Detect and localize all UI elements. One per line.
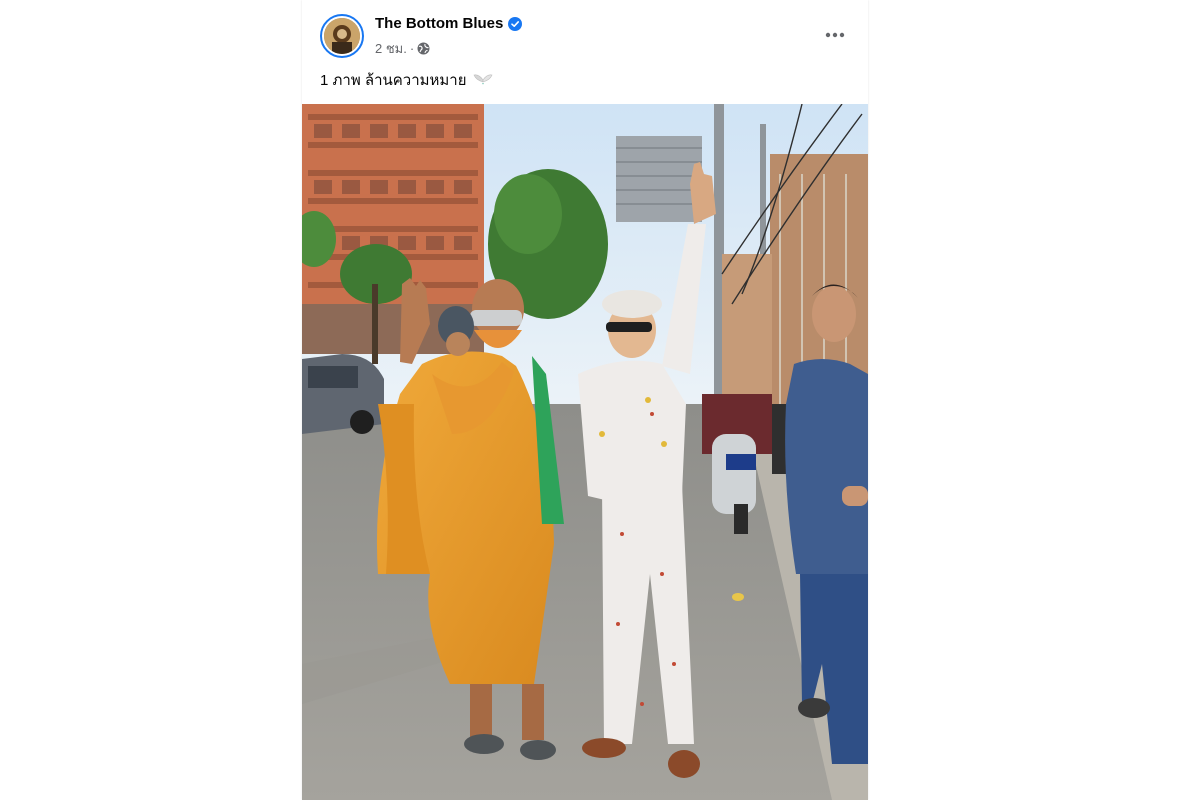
post-caption: 1 ภาพ ล้านความหมาย: [320, 68, 493, 92]
page-avatar[interactable]: [320, 14, 364, 58]
wings-emoji-icon: [473, 74, 492, 85]
more-options-button[interactable]: [820, 20, 850, 50]
globe-icon: [417, 42, 430, 55]
post-meta: 2 ชม. ·: [375, 38, 430, 59]
caption-text: 1 ภาพ ล้านความหมาย: [320, 72, 467, 89]
more-options-icon: [825, 32, 845, 38]
page-name-row: The Bottom Blues: [375, 15, 523, 32]
post-timestamp[interactable]: 2 ชม.: [375, 38, 407, 59]
post-header: The Bottom Blues 2 ชม. · 1 ภาพ ล้านความห…: [302, 0, 868, 104]
page: The Bottom Blues 2 ชม. · 1 ภาพ ล้านความห…: [0, 0, 1200, 800]
meta-separator: ·: [409, 41, 415, 56]
page-name-link[interactable]: The Bottom Blues: [375, 15, 503, 32]
facebook-post-card: The Bottom Blues 2 ชม. · 1 ภาพ ล้านความห…: [302, 0, 868, 800]
avatar-image: [324, 18, 360, 54]
post-photo[interactable]: [302, 104, 868, 800]
verified-badge-icon: [508, 16, 523, 31]
